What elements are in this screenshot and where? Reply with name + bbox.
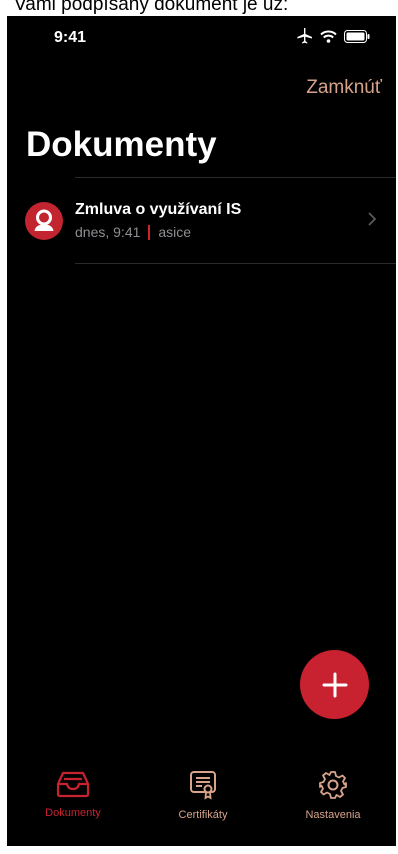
wifi-icon [320, 30, 337, 43]
list-bottom-separator [75, 263, 396, 264]
lock-button[interactable]: Zamknúť [306, 77, 382, 99]
page-title: Dokumenty [26, 125, 217, 164]
tab-certifikaty[interactable]: Certifikáty [143, 770, 263, 821]
document-avatar [25, 202, 63, 240]
signer-icon [34, 209, 54, 231]
plus-icon [322, 672, 347, 697]
document-name: Zmluva o využívaní IS [75, 201, 242, 218]
document-meta: dnes, 9:41 asice [75, 224, 191, 240]
document-date: dnes, 9:41 [75, 224, 141, 240]
chevron-right-icon [368, 212, 376, 226]
status-bar: 9:41 [7, 16, 396, 60]
add-document-button[interactable] [300, 650, 369, 719]
tab-label: Certifikáty [178, 809, 228, 821]
list-top-separator [75, 177, 396, 178]
tab-dokumenty[interactable]: Dokumenty [13, 770, 133, 819]
phone-screen: 9:41 Zamknúť Dokumenty Zmluva o využívan… [7, 16, 396, 846]
tab-bar: Dokumenty Certifikáty Nastavenia [7, 770, 396, 846]
tab-nastavenia[interactable]: Nastavenia [273, 770, 393, 821]
tab-label: Nastavenia [305, 809, 361, 821]
battery-icon [344, 29, 370, 43]
airplane-icon [297, 28, 312, 44]
tab-label: Dokumenty [45, 807, 101, 819]
top-caption: Vami podpísaný dokument je uz: [14, 0, 289, 15]
status-icons [295, 28, 370, 44]
certificate-icon [190, 771, 216, 800]
tray-icon [56, 771, 90, 798]
meta-divider [148, 224, 151, 240]
document-type: asice [158, 224, 192, 240]
gear-icon [319, 771, 347, 799]
document-row[interactable] [7, 179, 396, 263]
status-time: 9:41 [54, 29, 87, 46]
